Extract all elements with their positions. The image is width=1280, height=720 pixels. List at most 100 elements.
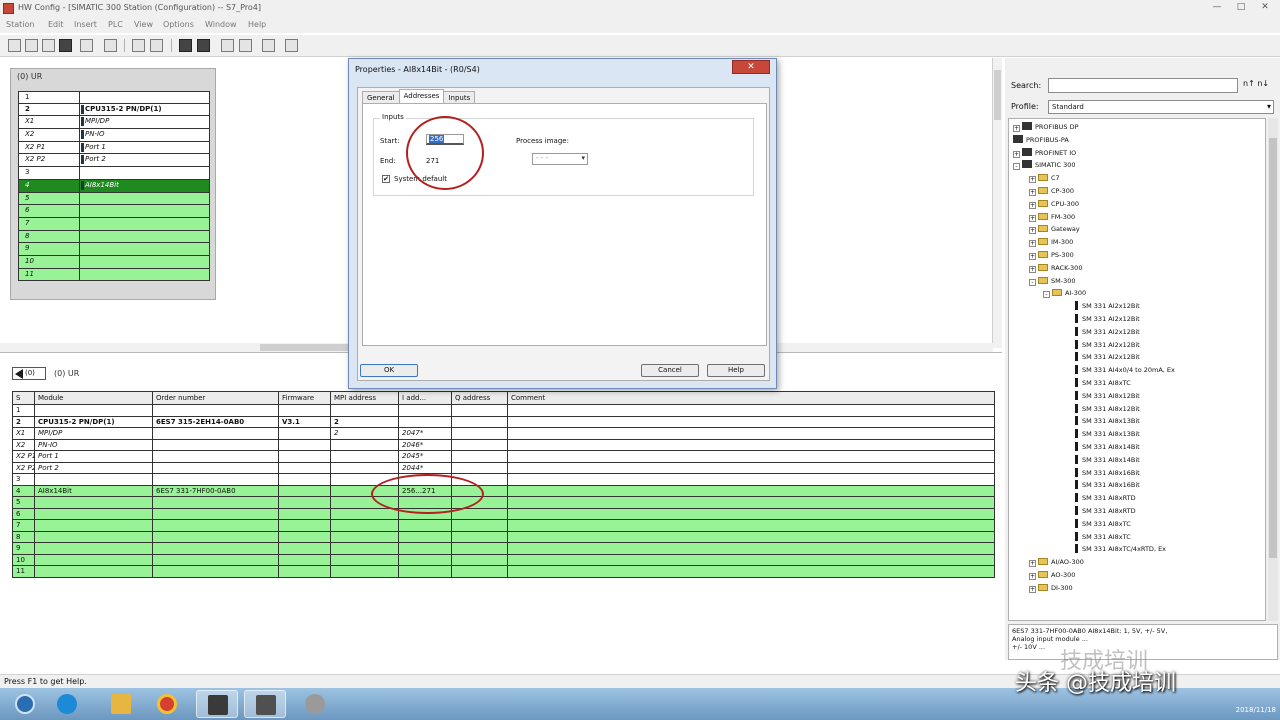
taskbar-simatic[interactable] <box>196 690 238 718</box>
expand-icon[interactable]: + <box>1029 176 1036 184</box>
catalog-tree-item[interactable]: SM 331 AI8x16Bit <box>1075 480 1140 491</box>
rack-slot-row[interactable]: 7 <box>18 217 210 231</box>
taskbar-explorer[interactable] <box>100 690 142 718</box>
table-row[interactable]: 4 AI8x14Bit 6ES7 331-7HF00-0AB0 256...271 <box>12 484 995 497</box>
paste-icon[interactable] <box>150 39 163 52</box>
rack-slot-row[interactable]: X1 MPI/DP <box>18 116 210 130</box>
new-icon[interactable] <box>8 39 21 52</box>
menu-plc[interactable]: PLC <box>108 20 123 29</box>
catalog-tree-item[interactable]: + DI-300 <box>1029 583 1073 594</box>
print-icon[interactable] <box>104 39 117 52</box>
table-row[interactable]: 6 <box>12 507 995 520</box>
process-image-select[interactable]: - - - ▾ <box>532 153 588 165</box>
column-header[interactable]: Firmware <box>278 391 331 405</box>
start-address-input[interactable]: 256 <box>426 134 464 145</box>
rack-slot-row[interactable]: 3 <box>18 167 210 180</box>
open-icon[interactable] <box>25 39 38 52</box>
table-row[interactable]: X1 MPI/DP 2 2047* <box>12 427 995 440</box>
catalog-tree-item[interactable]: SM 331 AI8xRTD <box>1075 493 1136 504</box>
rack-slot-row[interactable]: 2 CPU315-2 PN/DP(1) <box>18 103 210 117</box>
catalog-tree-item[interactable]: + AI/AO-300 <box>1029 557 1084 568</box>
catalog-tree-item[interactable]: + CPU-300 <box>1029 199 1079 210</box>
menu-edit[interactable]: Edit <box>48 20 64 29</box>
taskbar-app[interactable] <box>294 690 336 718</box>
catalog-tree-item[interactable]: + CP-300 <box>1029 186 1074 197</box>
catalog-profile-select[interactable]: Standard ▾ <box>1048 100 1274 114</box>
catalog-tree-item[interactable]: SM 331 AI8x12Bit <box>1075 403 1140 415</box>
network-icon[interactable] <box>42 39 55 52</box>
tab-general[interactable]: General <box>362 91 400 103</box>
taskbar-hwconfig[interactable] <box>244 690 286 718</box>
ok-button[interactable]: OK <box>360 364 418 377</box>
menu-help[interactable]: Help <box>248 20 266 29</box>
catalog-tree-item[interactable]: + PROFINET IO <box>1013 147 1076 159</box>
catalog-tree-item[interactable]: SM 331 AI8xTC <box>1075 378 1131 389</box>
vertical-scrollbar[interactable] <box>993 58 1002 348</box>
column-header[interactable]: Q address <box>451 391 508 405</box>
menu-view[interactable]: View <box>134 20 153 29</box>
tab-inputs[interactable]: Inputs <box>443 91 476 103</box>
taskbar-ie[interactable] <box>46 690 88 718</box>
catalog-tree-item[interactable]: + RACK-300 <box>1029 263 1082 274</box>
collapse-icon[interactable]: - <box>1029 278 1036 286</box>
catalog-tree-item[interactable]: SM 331 AI8x14Bit <box>1075 442 1140 453</box>
rack-slot-row[interactable]: X2 P1 Port 1 <box>18 141 210 155</box>
maximize-button[interactable]: □ <box>1232 1 1250 13</box>
expand-icon[interactable]: + <box>1029 573 1036 580</box>
save-icon[interactable] <box>59 39 72 52</box>
catalog-tree-item[interactable]: SM 331 AI8xTC/4xRTD, Ex <box>1075 544 1166 555</box>
rack-slot-row[interactable]: X2 PN-IO <box>18 129 210 142</box>
rack-slot-row[interactable]: 9 <box>18 243 210 256</box>
column-header[interactable]: Comment <box>507 391 995 405</box>
column-header[interactable]: Order number <box>152 391 279 405</box>
table-row[interactable]: 7 <box>12 519 995 532</box>
cancel-button[interactable]: Cancel <box>641 364 699 377</box>
catalog-tree-item[interactable]: SM 331 AI8xRTD <box>1075 506 1136 517</box>
table-row[interactable]: X2 PN-IO 2046* <box>12 438 995 451</box>
compile-icon[interactable] <box>80 39 93 52</box>
minimize-button[interactable]: — <box>1208 1 1226 13</box>
expand-icon[interactable]: + <box>1029 265 1036 273</box>
menu-window[interactable]: Window <box>205 20 237 29</box>
expand-icon[interactable]: + <box>1029 240 1036 248</box>
catalog-tree-item[interactable]: + IM-300 <box>1029 237 1073 248</box>
catalog-tree-item[interactable]: - SM-300 <box>1029 276 1076 287</box>
column-header[interactable]: S <box>12 391 35 405</box>
catalog-tree-item[interactable]: SM 331 AI2x12Bit <box>1075 301 1140 312</box>
menu-station[interactable]: Station <box>6 20 34 29</box>
table-row[interactable]: 10 <box>12 553 995 566</box>
menu-options[interactable]: Options <box>163 20 194 29</box>
table-row[interactable]: 3 <box>12 473 995 486</box>
expand-icon[interactable]: + <box>1029 214 1036 222</box>
catalog-scrollbar[interactable] <box>1268 118 1278 621</box>
rack-ur[interactable]: (0) UR 1 2 CPU315-2 PN/DP(1) X1 MPI/DP X2 PN-I… <box>10 68 216 300</box>
catalog-tree-item[interactable]: + FM-300 <box>1029 212 1075 223</box>
expand-icon[interactable]: + <box>1029 201 1036 209</box>
column-header[interactable]: Module <box>34 391 153 405</box>
catalog-search-input[interactable] <box>1048 78 1238 93</box>
expand-icon[interactable]: + <box>1029 560 1036 568</box>
rack-slot-row[interactable]: 4 AI8x14Bit <box>18 179 210 193</box>
rack-slot-row[interactable]: X2 P2 Port 2 <box>18 154 210 168</box>
menu-insert[interactable]: Insert <box>74 20 97 29</box>
rack-slot-row[interactable]: 11 <box>18 268 210 282</box>
catalog-tree-item[interactable]: SM 331 AI2x12Bit <box>1075 339 1140 351</box>
netpro-icon[interactable] <box>262 39 275 52</box>
rack-slot-row[interactable]: 5 <box>18 192 210 206</box>
collapse-icon[interactable]: - <box>1043 291 1050 299</box>
catalog-tree-item[interactable]: + Gateway <box>1029 224 1080 235</box>
rack-slot-row[interactable]: 8 <box>18 230 210 244</box>
column-header[interactable]: I add... <box>398 391 452 405</box>
catalog-tree-item[interactable]: - SIMATIC 300 <box>1013 160 1076 171</box>
expand-icon[interactable]: + <box>1029 227 1036 235</box>
catalog-tree-item[interactable]: SM 331 AI2x12Bit <box>1075 314 1140 325</box>
expand-icon[interactable]: + <box>1029 585 1036 593</box>
dialog-close-button[interactable]: ✕ <box>732 60 770 74</box>
catalog-tree-item[interactable]: SM 331 AI2x12Bit <box>1075 326 1140 338</box>
table-row[interactable]: X2 P1 Port 1 2045* <box>12 450 995 463</box>
catalog-tree-item[interactable]: SM 331 AI4x0/4 to 20mA, Ex <box>1075 365 1175 376</box>
collapse-icon[interactable]: - <box>1013 163 1020 171</box>
catalog-tree-item[interactable]: + C7 <box>1029 173 1060 184</box>
catalog-tree-item[interactable]: + AO-300 <box>1029 570 1075 581</box>
catalog-search-buttons[interactable]: n↑ n↓ <box>1243 79 1269 88</box>
